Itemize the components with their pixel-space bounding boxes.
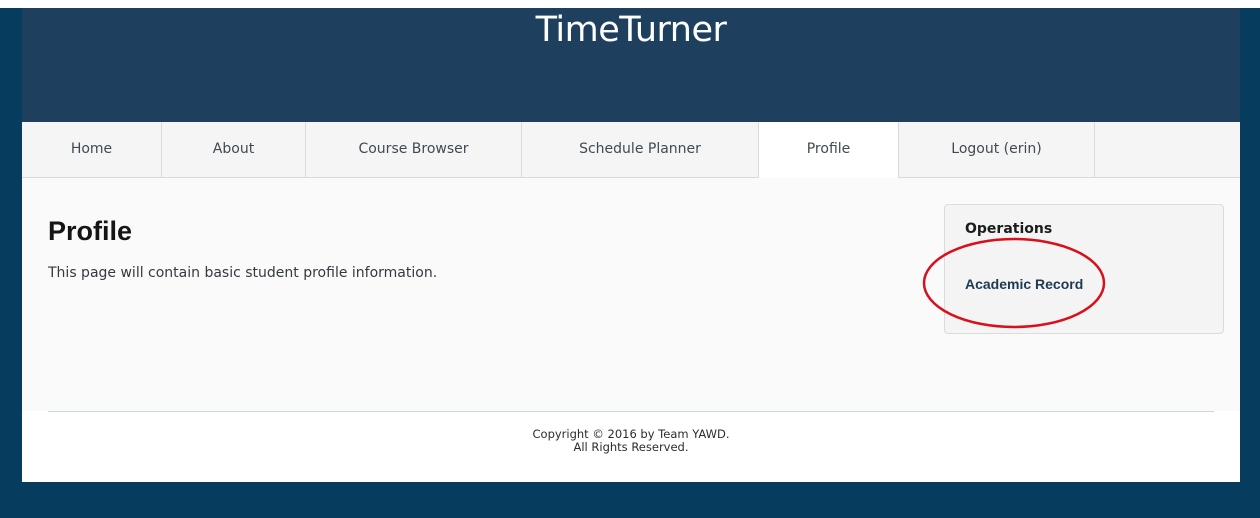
operations-heading: Operations [965,221,1053,237]
top-strip [0,0,1260,8]
page-title: Profile [48,216,133,246]
academic-record-link[interactable]: Academic Record [965,276,1083,292]
tab-schedule-planner[interactable]: Schedule Planner [522,122,759,177]
page-description: This page will contain basic student pro… [48,265,438,281]
footer-divider [48,411,1214,412]
operations-panel: Operations Academic Record [944,204,1224,334]
tab-logout[interactable]: Logout (erin) [899,122,1095,177]
site-title: TimeTurner [535,10,727,50]
footer-copyright: Copyright © 2016 by Team YAWD. All Right… [22,428,1240,454]
tab-about[interactable]: About [162,122,306,177]
tab-course-browser[interactable]: Course Browser [306,122,522,177]
footer-rights-line: All Rights Reserved. [573,440,689,454]
tab-home[interactable]: Home [22,122,162,177]
site-header: TimeTurner [22,8,1240,122]
tab-profile[interactable]: Profile [759,122,899,178]
page-container: TimeTurner Home About Course Browser Sch… [22,8,1240,482]
main-nav: Home About Course Browser Schedule Plann… [22,122,1240,178]
site-footer: Copyright © 2016 by Team YAWD. All Right… [22,411,1240,482]
